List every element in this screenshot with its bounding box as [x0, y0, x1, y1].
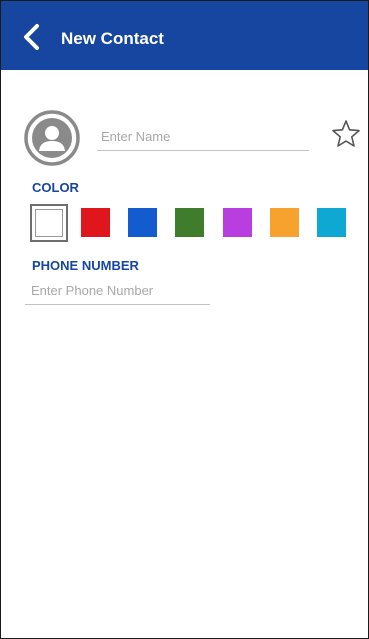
- color-swatch[interactable]: [317, 208, 346, 237]
- phone-number-input[interactable]: [25, 277, 210, 305]
- phone-number-label: PHONE NUMBER: [32, 258, 139, 273]
- color-swatch[interactable]: [30, 204, 68, 242]
- person-avatar-icon[interactable]: [24, 110, 80, 166]
- color-swatch[interactable]: [270, 208, 299, 237]
- color-label: COLOR: [32, 180, 79, 195]
- color-swatch[interactable]: [223, 208, 252, 237]
- chevron-left-icon[interactable]: [19, 23, 45, 51]
- color-swatch[interactable]: [81, 208, 110, 237]
- color-swatch[interactable]: [175, 208, 204, 237]
- app-bar: New Contact: [1, 1, 368, 70]
- color-swatch-fill: [35, 209, 63, 237]
- page-title: New Contact: [61, 29, 164, 48]
- name-input[interactable]: [97, 123, 309, 151]
- color-swatch[interactable]: [128, 208, 157, 237]
- star-outline-icon[interactable]: [331, 119, 361, 149]
- new-contact-screen: New Contact COLOR PHONE NUMBER: [0, 0, 369, 639]
